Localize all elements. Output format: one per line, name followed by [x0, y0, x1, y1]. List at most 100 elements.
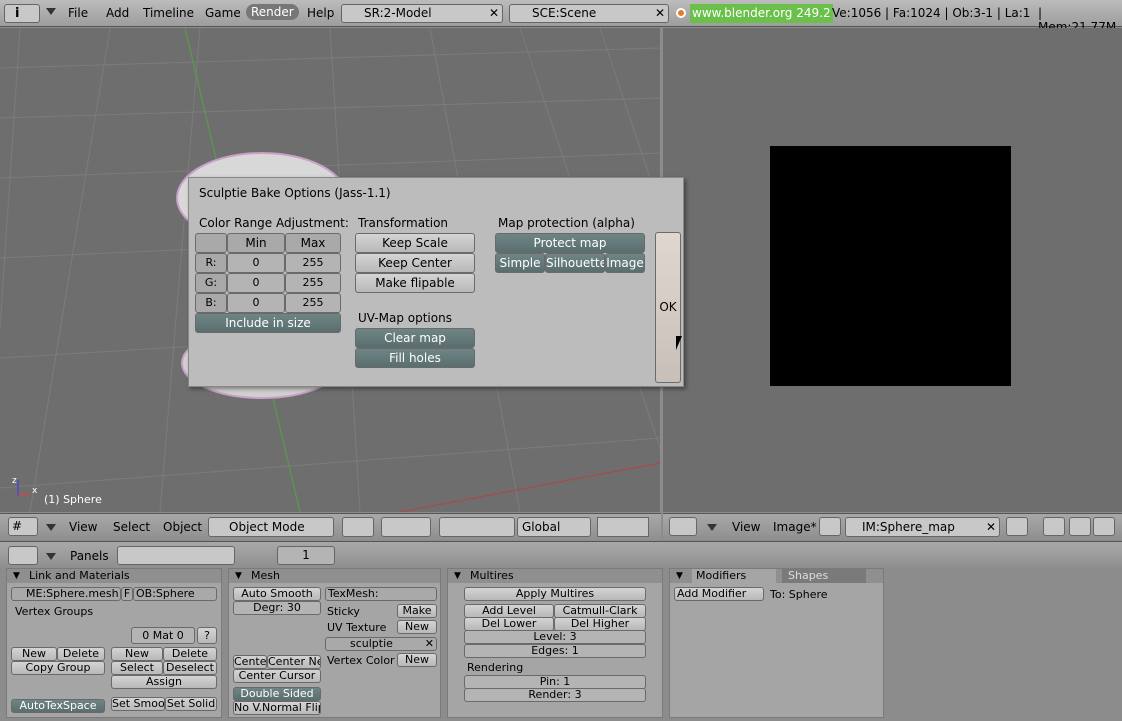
- add-level-button[interactable]: Add Level: [464, 604, 554, 618]
- copy-group-button[interactable]: Copy Group: [11, 661, 105, 675]
- object-datablock[interactable]: OB:Sphere: [133, 587, 217, 601]
- render-level-field[interactable]: Render: 3: [464, 688, 646, 702]
- center-cursor-button[interactable]: Center Cursor: [233, 669, 321, 683]
- protect-map-toggle[interactable]: Protect map: [495, 233, 645, 253]
- fake-user-button[interactable]: F: [121, 587, 133, 601]
- g-min-field[interactable]: 0: [227, 273, 285, 293]
- multires-header[interactable]: ▼ Multires: [448, 569, 662, 583]
- degr-field[interactable]: Degr: 30: [233, 601, 321, 615]
- menu-game[interactable]: Game: [205, 6, 241, 20]
- pin-icon[interactable]: [819, 517, 841, 536]
- editor-type-image-icon[interactable]: [669, 517, 697, 536]
- del-higher-button[interactable]: Del Higher: [554, 617, 646, 631]
- menu-select[interactable]: Select: [113, 520, 150, 534]
- vertex-color-new-button[interactable]: New: [397, 653, 437, 667]
- menu-view[interactable]: View: [69, 520, 97, 534]
- editor-type-buttons-icon[interactable]: [8, 546, 38, 565]
- material-index-field[interactable]: 0 Mat 0: [131, 627, 195, 644]
- uv-texture-new-button[interactable]: New: [397, 620, 437, 634]
- pack-icon[interactable]: [1006, 517, 1028, 536]
- close-icon[interactable]: ✕: [986, 518, 996, 536]
- collapse-menu-icon[interactable]: [707, 524, 717, 531]
- delete-vgroup-button[interactable]: Delete: [57, 647, 105, 661]
- r-max-field[interactable]: 255: [285, 253, 341, 273]
- set-solid-button[interactable]: Set Solid: [165, 697, 217, 711]
- autotexspace-toggle[interactable]: AutoTexSpace: [11, 699, 105, 713]
- r-min-field[interactable]: 0: [227, 253, 285, 273]
- tab-modifiers[interactable]: Modifiers: [692, 569, 776, 583]
- auto-smooth-toggle[interactable]: Auto Smooth: [233, 587, 321, 601]
- del-lower-button[interactable]: Del Lower: [464, 617, 554, 631]
- layers-grid[interactable]: [597, 517, 649, 537]
- close-icon[interactable]: ✕: [425, 638, 434, 650]
- assign-material-button[interactable]: Assign: [111, 675, 217, 689]
- mesh-datablock[interactable]: ME:Sphere.mesh: [11, 587, 121, 601]
- new-material-button[interactable]: New: [111, 647, 163, 661]
- info-editor-type-icon[interactable]: i: [4, 4, 40, 23]
- scene-selector[interactable]: SCE:Scene ✕: [509, 4, 669, 23]
- draw-type-icon[interactable]: [342, 517, 374, 537]
- include-in-size-toggle[interactable]: Include in size: [195, 313, 341, 333]
- center-button[interactable]: Cente: [233, 655, 267, 669]
- close-icon[interactable]: ✕: [489, 5, 499, 22]
- add-modifier-button[interactable]: Add Modifier: [674, 587, 764, 601]
- tab-shapes[interactable]: Shapes: [782, 569, 866, 583]
- collapse-menu-icon[interactable]: [46, 524, 56, 531]
- silhouette-option[interactable]: Silhouette: [545, 253, 605, 273]
- ok-button[interactable]: OK: [655, 232, 681, 383]
- menu-file[interactable]: File: [68, 6, 88, 20]
- clear-map-toggle[interactable]: Clear map: [355, 328, 475, 348]
- select-material-button[interactable]: Select: [111, 661, 163, 675]
- menu-image[interactable]: Image*: [773, 520, 817, 534]
- image-option[interactable]: Image: [605, 253, 645, 273]
- manipulator-hand-icon[interactable]: [439, 517, 515, 537]
- baked-image: [770, 146, 1011, 386]
- uv-layer-sculptie[interactable]: sculptie ✕: [325, 637, 437, 651]
- image-selector[interactable]: IM:Sphere_map ✕: [845, 517, 1000, 537]
- menu-view[interactable]: View: [732, 520, 760, 534]
- deselect-material-button[interactable]: Deselect: [163, 661, 217, 675]
- texmesh-field[interactable]: TexMesh:: [325, 587, 437, 601]
- apply-multires-button[interactable]: Apply Multires: [464, 587, 646, 601]
- set-smooth-button[interactable]: Set Smoot: [111, 697, 165, 711]
- double-sided-toggle[interactable]: Double Sided: [233, 687, 321, 701]
- level-field[interactable]: Level: 3: [464, 630, 646, 644]
- sticky-make-button[interactable]: Make: [397, 604, 437, 618]
- center-new-button[interactable]: Center Ne: [267, 655, 321, 669]
- screen-selector[interactable]: SR:2-Model ✕: [341, 4, 503, 23]
- material-help-button[interactable]: ?: [197, 627, 217, 644]
- uv-sync-icon[interactable]: [1069, 517, 1091, 536]
- orientation-selector[interactable]: Global: [517, 517, 591, 537]
- keep-center-toggle[interactable]: Keep Center: [355, 253, 475, 273]
- keep-scale-toggle[interactable]: Keep Scale: [355, 233, 475, 253]
- menu-add[interactable]: Add: [106, 6, 129, 20]
- edges-field[interactable]: Edges: 1: [464, 644, 646, 658]
- close-icon[interactable]: ✕: [655, 5, 665, 22]
- no-vnormal-flip-toggle[interactable]: No V.Normal Flip: [233, 701, 321, 715]
- simple-option[interactable]: Simple: [495, 253, 545, 273]
- menu-render[interactable]: Render: [246, 4, 299, 20]
- pivot-icon[interactable]: [381, 517, 431, 537]
- mode-selector[interactable]: Object Mode: [208, 517, 334, 537]
- new-vgroup-button[interactable]: New: [11, 647, 57, 661]
- record-icon[interactable]: [1093, 517, 1115, 536]
- collapse-menu-icon[interactable]: [46, 553, 56, 560]
- menu-object[interactable]: Object: [163, 520, 202, 534]
- subdivision-type-select[interactable]: Catmull-Clark: [554, 604, 646, 618]
- context-icons[interactable]: [117, 546, 235, 565]
- menu-timeline[interactable]: Timeline: [143, 6, 194, 20]
- g-max-field[interactable]: 255: [285, 273, 341, 293]
- mesh-header[interactable]: ▼ Mesh: [229, 569, 440, 583]
- link-materials-header[interactable]: ▼ Link and Materials: [7, 569, 221, 583]
- pin-field[interactable]: Pin: 1: [464, 675, 646, 689]
- editor-type-grid-icon[interactable]: #: [8, 517, 38, 536]
- frame-field[interactable]: 1: [277, 546, 335, 565]
- fill-holes-toggle[interactable]: Fill holes: [355, 348, 475, 368]
- b-min-field[interactable]: 0: [227, 293, 285, 313]
- paint-icon[interactable]: [1043, 517, 1065, 536]
- menu-help[interactable]: Help: [307, 6, 334, 20]
- b-max-field[interactable]: 255: [285, 293, 341, 313]
- delete-material-button[interactable]: Delete: [163, 647, 217, 661]
- collapse-menu-icon[interactable]: [46, 8, 56, 15]
- make-flipable-toggle[interactable]: Make flipable: [355, 273, 475, 293]
